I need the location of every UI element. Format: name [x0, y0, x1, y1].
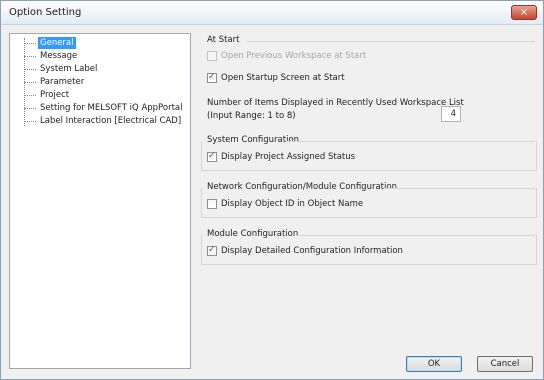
- tree-item-label: Setting for MELSOFT iQ AppPortal: [40, 103, 183, 113]
- close-button[interactable]: ×: [511, 5, 537, 20]
- checkbox-label: Display Project Assigned Status: [221, 152, 356, 162]
- tree-branch-line: [24, 121, 36, 122]
- recent-items-count-input[interactable]: 4: [441, 106, 461, 122]
- tree-item-label-interaction[interactable]: Label Interaction [Electrical CAD]: [10, 115, 190, 127]
- display-detailed-info-checkbox[interactable]: Display Detailed Configuration Informati…: [207, 245, 427, 258]
- checkbox-label: Open Previous Workspace at Start: [221, 51, 367, 61]
- recent-items-range-label: (Input Range: 1 to 8): [207, 111, 296, 121]
- group-divider: [247, 41, 535, 42]
- checkbox-label: Display Object ID in Object Name: [221, 199, 364, 209]
- category-tree[interactable]: General Message System Label Parameter P…: [9, 33, 191, 369]
- close-icon: ×: [519, 7, 529, 18]
- tree-branch-line: [24, 43, 36, 44]
- tree-item-parameter[interactable]: Parameter: [10, 76, 190, 88]
- option-setting-dialog: Option Setting × General Message System …: [0, 0, 544, 380]
- tree-item-label: Label Interaction [Electrical CAD]: [40, 116, 182, 126]
- tree-item-appportal[interactable]: Setting for MELSOFT iQ AppPortal: [10, 102, 190, 114]
- tree-item-label: Parameter: [40, 77, 85, 87]
- checkbox-box: [207, 199, 217, 209]
- tree-item-system-label[interactable]: System Label: [10, 63, 190, 75]
- checkbox-box: [207, 72, 217, 83]
- tree-branch-line: [24, 56, 36, 57]
- tree-item-label: Project: [40, 90, 70, 100]
- checkbox-box: [207, 245, 217, 256]
- at-start-group-title: At Start: [207, 35, 240, 45]
- checkbox-label: Open Startup Screen at Start: [221, 73, 345, 83]
- tree-item-label: Message: [40, 51, 78, 61]
- tree-branch-line: [24, 82, 36, 83]
- open-startup-screen-checkbox[interactable]: Open Startup Screen at Start: [207, 72, 407, 85]
- tree-branch-line: [24, 108, 36, 109]
- title-bar[interactable]: Option Setting ×: [1, 1, 543, 25]
- tree-item-label: System Label: [40, 64, 98, 74]
- tree-item-message[interactable]: Message: [10, 50, 190, 62]
- ok-button[interactable]: OK: [406, 356, 462, 372]
- checkbox-box: [207, 51, 217, 61]
- tree-branch-line: [24, 95, 36, 96]
- window-title: Option Setting: [9, 7, 82, 18]
- checkbox-box: [207, 151, 217, 162]
- tree-item-label: General: [38, 37, 76, 49]
- tree-branch-line: [24, 69, 36, 70]
- tree-item-project[interactable]: Project: [10, 89, 190, 101]
- display-project-assigned-checkbox[interactable]: Display Project Assigned Status: [207, 151, 407, 164]
- recent-items-label: Number of Items Displayed in Recently Us…: [207, 98, 464, 108]
- open-previous-workspace-checkbox[interactable]: Open Previous Workspace at Start: [207, 51, 407, 63]
- tree-item-general[interactable]: General: [10, 37, 190, 49]
- cancel-button[interactable]: Cancel: [477, 356, 533, 372]
- checkbox-label: Display Detailed Configuration Informati…: [221, 246, 403, 256]
- display-object-id-checkbox[interactable]: Display Object ID in Object Name: [207, 199, 407, 211]
